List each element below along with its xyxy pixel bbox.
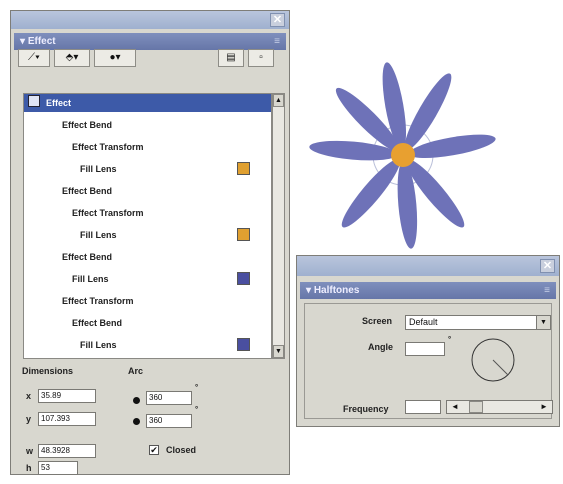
frequency-label: Frequency — [343, 404, 389, 414]
arc-label: Arc — [128, 366, 144, 376]
flower-artwork — [309, 62, 496, 249]
tree-item-label: Fill Lens — [80, 164, 117, 174]
tree-item[interactable]: Fill Lens — [24, 270, 271, 288]
effect-color-dropdown[interactable]: ●▾ — [94, 49, 136, 67]
y-field[interactable]: 107.393 — [38, 412, 96, 426]
slider-thumb[interactable] — [469, 401, 483, 413]
tree-item[interactable]: Effect Transform — [24, 292, 271, 310]
x-field[interactable]: 35.89 — [38, 389, 96, 403]
collapse-arrow-icon[interactable]: ▾ — [306, 285, 314, 296]
degree-symbol: ° — [195, 383, 199, 392]
halftones-panel-header[interactable]: ▾ Halftones ≡ — [300, 282, 556, 299]
fill-tool-dropdown[interactable]: ⬘▾ — [54, 49, 90, 67]
arc-end-radio[interactable] — [133, 418, 140, 425]
tree-item[interactable]: Fill Lens — [24, 226, 271, 244]
tree-item[interactable]: Effect Bend — [24, 248, 271, 266]
closed-label: Closed — [166, 445, 197, 455]
screen-select[interactable]: Default ▼ — [405, 315, 551, 330]
slider-right-arrow-icon[interactable]: ► — [538, 401, 550, 413]
degree-symbol: ° — [448, 335, 452, 344]
scroll-down-icon[interactable]: ▼ — [273, 345, 284, 358]
fill-lens-color-swatch[interactable] — [237, 338, 250, 351]
close-icon[interactable]: ✕ — [540, 259, 555, 273]
tree-item[interactable]: Effect Transform — [24, 138, 271, 156]
screen-label: Screen — [362, 316, 393, 326]
tree-item-label: Effect Transform — [62, 296, 134, 306]
tree-item[interactable]: Fill Lens — [24, 160, 271, 178]
arc-start-radio[interactable] — [133, 397, 140, 404]
y-label: y — [26, 414, 32, 424]
effect-panel-title: Effect — [27, 36, 56, 47]
tree-item[interactable]: Effect Bend — [24, 182, 271, 200]
h-field[interactable]: 53 — [38, 461, 78, 475]
close-icon[interactable]: ✕ — [270, 13, 285, 27]
dimensions-label: Dimensions — [22, 366, 74, 376]
tree-item-label: Effect Transform — [72, 142, 144, 152]
collapse-arrow-icon[interactable]: ▾ — [20, 36, 28, 47]
effect-panel-titlebar[interactable]: ✕ — [11, 11, 289, 29]
arc-start-field[interactable]: 360 — [146, 391, 192, 405]
degree-symbol: ° — [195, 405, 199, 414]
toolbar-option-button[interactable]: ▤ — [218, 49, 244, 67]
slider-left-arrow-icon[interactable]: ◄ — [449, 401, 461, 413]
tree-item[interactable]: Effect Bend — [24, 116, 271, 134]
angle-dial[interactable] — [470, 337, 516, 383]
frequency-slider[interactable]: ◄ ► — [446, 400, 553, 414]
panel-menu-icon[interactable]: ≡ — [274, 33, 280, 50]
tree-item-label: Fill Lens — [80, 230, 117, 240]
tree-item-label: Effect Bend — [72, 318, 123, 328]
angle-label: Angle — [368, 342, 394, 352]
tree-item-effect[interactable]: Effect — [24, 94, 271, 112]
x-label: x — [26, 391, 32, 401]
tree-item[interactable]: Effect Transform — [24, 204, 271, 222]
tree-item-label: Effect Bend — [62, 252, 113, 262]
tree-item-label: Effect Transform — [72, 208, 144, 218]
fill-lens-color-swatch[interactable] — [237, 272, 250, 285]
effect-tree: Effect Effect Bend Effect Transform Fill… — [23, 93, 272, 359]
fill-lens-color-swatch[interactable] — [237, 228, 250, 241]
halftones-panel-titlebar[interactable]: ✕ — [297, 256, 559, 276]
scroll-up-icon[interactable]: ▲ — [273, 94, 284, 107]
tree-item[interactable]: Effect Bend — [24, 314, 271, 332]
effect-panel-header[interactable]: ▾ Effect ≡ — [14, 33, 286, 50]
panel-menu-icon[interactable]: ≡ — [544, 282, 550, 299]
closed-checkbox[interactable]: ✔ — [149, 445, 159, 455]
frequency-field[interactable] — [405, 400, 441, 414]
angle-field[interactable] — [405, 342, 445, 356]
h-label: h — [26, 463, 32, 473]
fill-lens-color-swatch[interactable] — [237, 162, 250, 175]
tree-item-label: Effect Bend — [62, 186, 113, 196]
tree-scrollbar[interactable]: ▲ ▼ — [272, 93, 285, 359]
tree-item-label: Fill Lens — [72, 274, 109, 284]
w-field[interactable]: 48.3928 — [38, 444, 96, 458]
arc-end-field[interactable]: 360 — [146, 414, 192, 428]
halftones-panel-title: Halftones — [313, 285, 360, 296]
chevron-down-icon[interactable]: ▼ — [536, 316, 550, 329]
screen-selected-value: Default — [409, 317, 438, 327]
effect-node-icon — [28, 95, 40, 107]
delete-effect-button[interactable]: ▫ — [248, 49, 274, 67]
tree-item-label: Effect Bend — [62, 120, 113, 130]
shape-tool-dropdown[interactable]: ⟋▾ — [18, 49, 50, 67]
tree-item-label: Effect — [46, 98, 72, 108]
tree-item[interactable]: Fill Lens — [24, 336, 271, 354]
tree-item-label: Fill Lens — [80, 340, 117, 350]
w-label: w — [26, 446, 34, 456]
